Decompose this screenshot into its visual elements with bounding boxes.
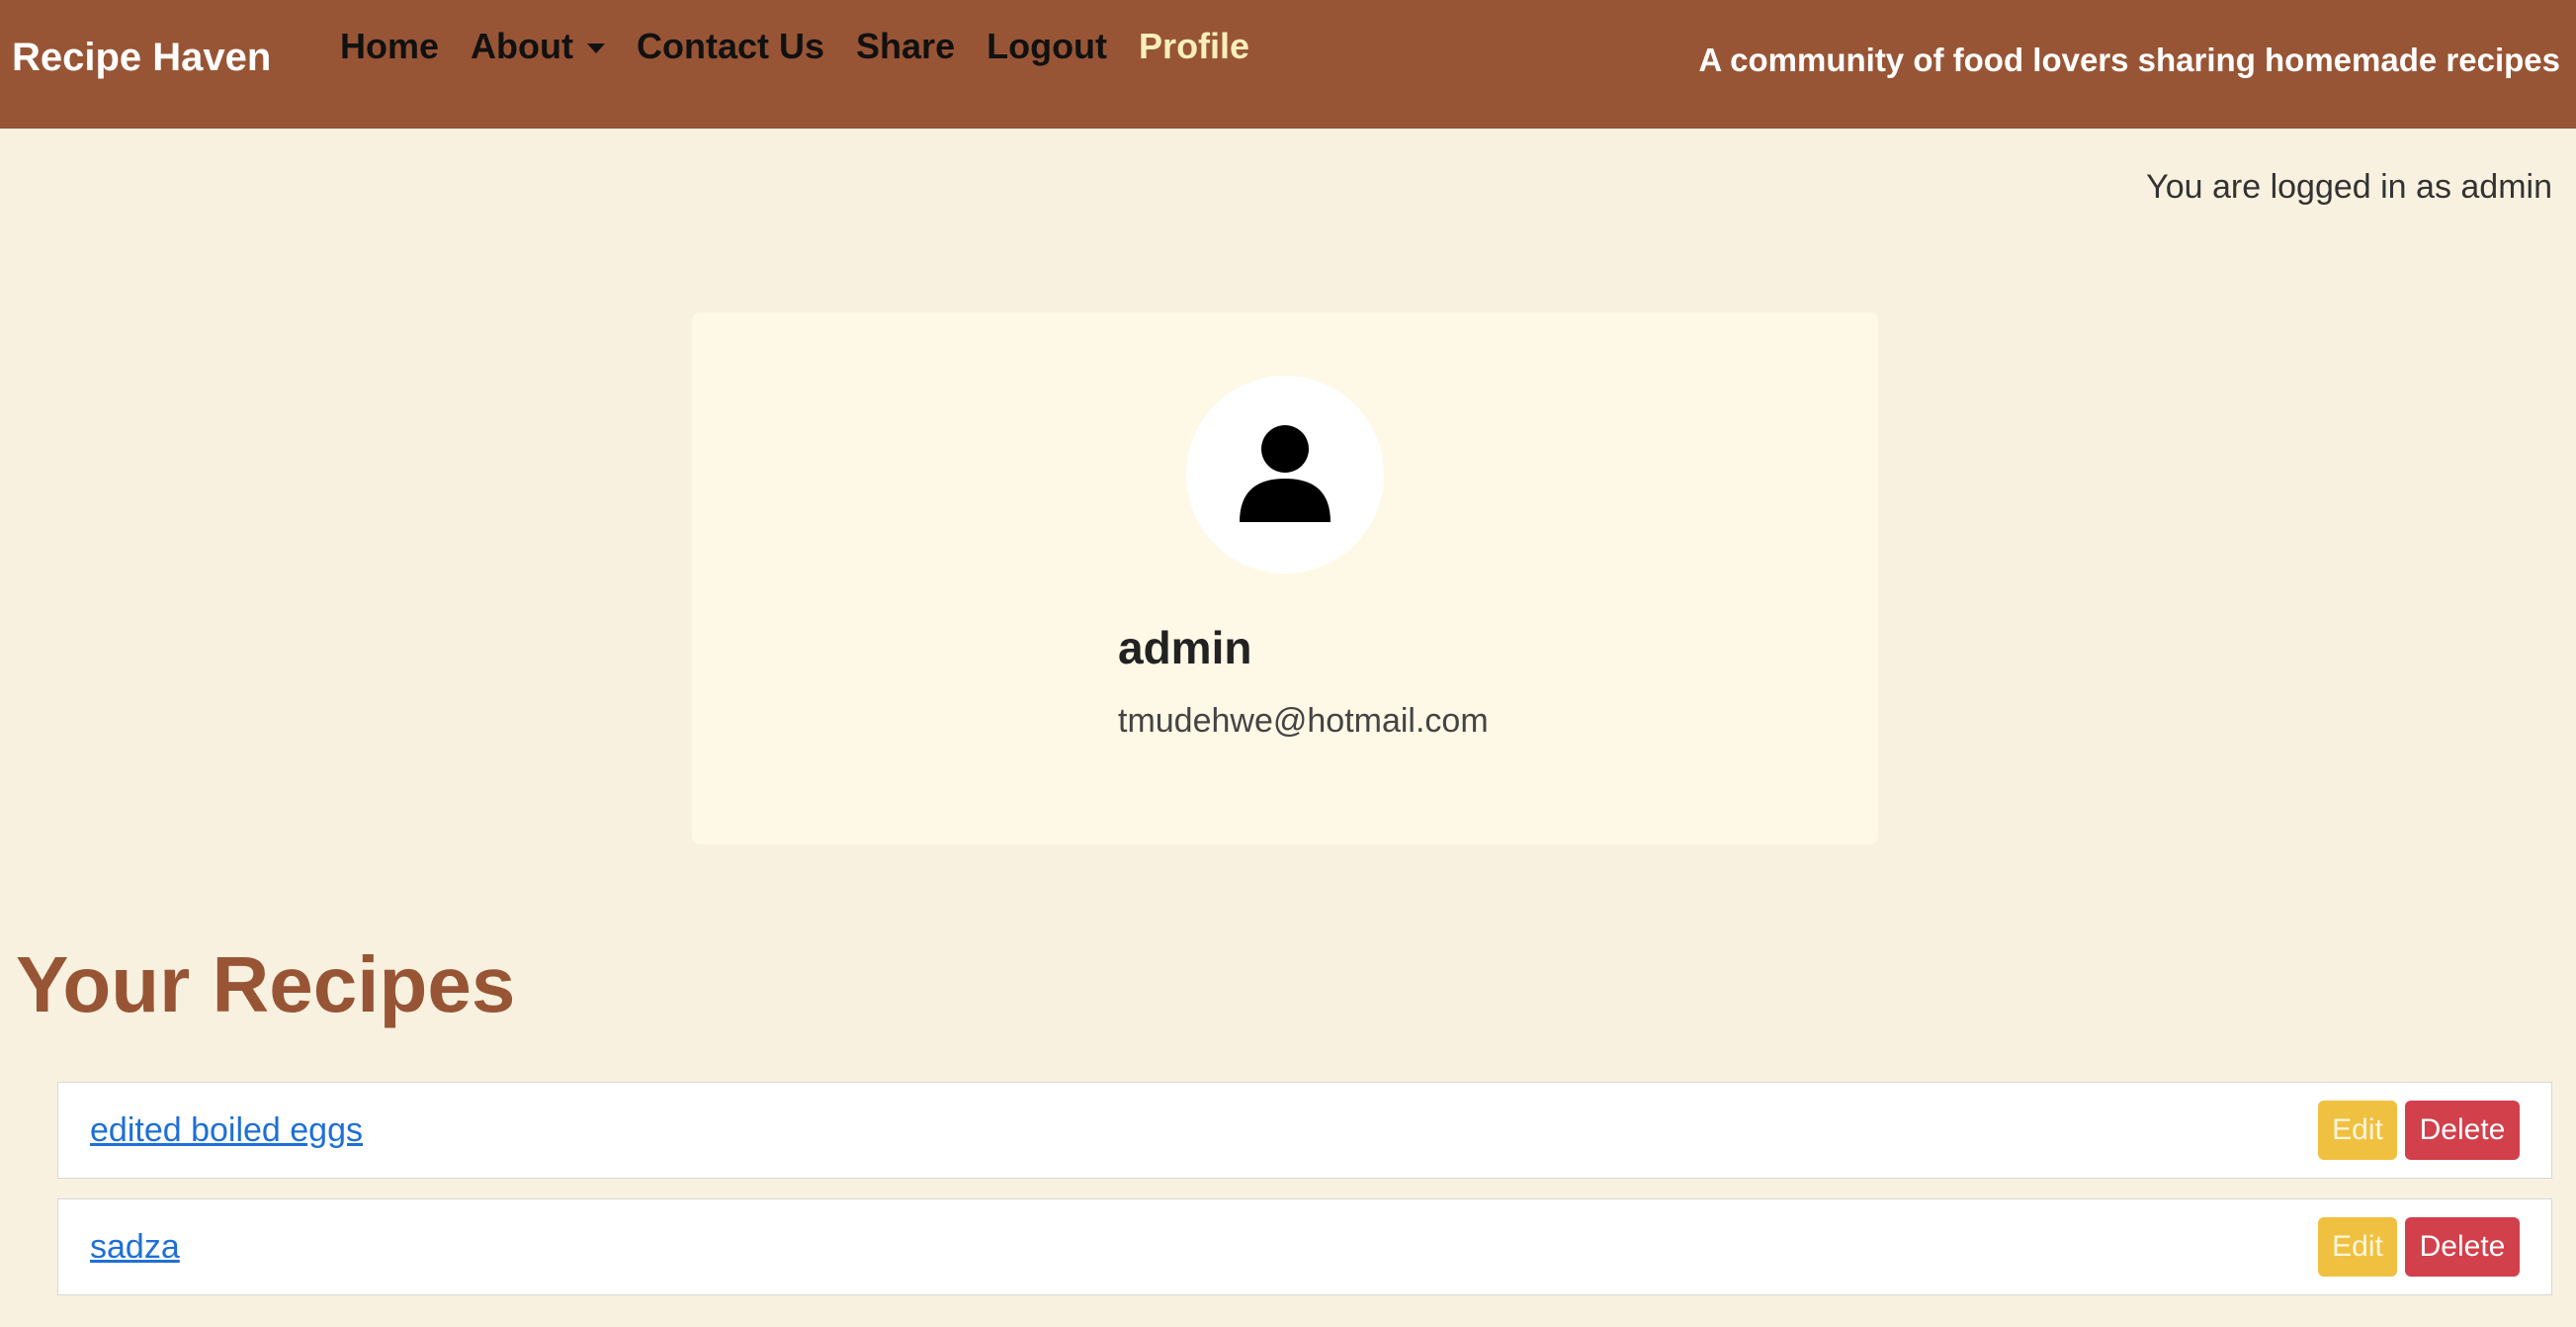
edit-button[interactable]: Edit xyxy=(2318,1101,2397,1160)
nav-share[interactable]: Share xyxy=(856,26,955,67)
nav-profile[interactable]: Profile xyxy=(1139,26,1249,67)
profile-username: admin xyxy=(1118,622,1252,673)
site-tagline: A community of food lovers sharing homem… xyxy=(1698,42,2560,78)
recipe-link[interactable]: sadza xyxy=(90,1228,180,1267)
your-recipes-heading: Your Recipes xyxy=(16,940,516,1028)
edit-button[interactable]: Edit xyxy=(2318,1217,2397,1277)
profile-card: admin tmudehwe@hotmail.com xyxy=(692,312,1878,844)
list-item: sadza Edit Delete xyxy=(57,1198,2552,1295)
user-icon xyxy=(1240,425,1331,522)
delete-button[interactable]: Delete xyxy=(2405,1101,2520,1160)
nav-links: Home About Contact Us Share Logout Profi… xyxy=(340,26,1249,67)
delete-button[interactable]: Delete xyxy=(2405,1217,2520,1277)
brand-logo-link[interactable]: Recipe Haven xyxy=(12,36,271,80)
top-navbar: Recipe Haven Home About Contact Us Share… xyxy=(0,0,2576,129)
recipe-actions: Edit Delete xyxy=(2318,1101,2520,1160)
nav-about-label: About xyxy=(471,26,573,66)
nav-about-dropdown[interactable]: About xyxy=(471,26,605,67)
recipe-list: edited boiled eggs Edit Delete sadza Edi… xyxy=(57,1082,2552,1315)
nav-contact[interactable]: Contact Us xyxy=(637,26,824,67)
profile-email: tmudehwe@hotmail.com xyxy=(1118,702,1489,740)
login-status: You are logged in as admin xyxy=(2146,168,2552,206)
caret-down-icon xyxy=(587,44,605,53)
avatar xyxy=(1186,376,1384,574)
nav-logout[interactable]: Logout xyxy=(987,26,1107,67)
list-item: edited boiled eggs Edit Delete xyxy=(57,1082,2552,1179)
nav-home[interactable]: Home xyxy=(340,26,439,67)
recipe-actions: Edit Delete xyxy=(2318,1217,2520,1277)
recipe-link[interactable]: edited boiled eggs xyxy=(90,1111,363,1150)
